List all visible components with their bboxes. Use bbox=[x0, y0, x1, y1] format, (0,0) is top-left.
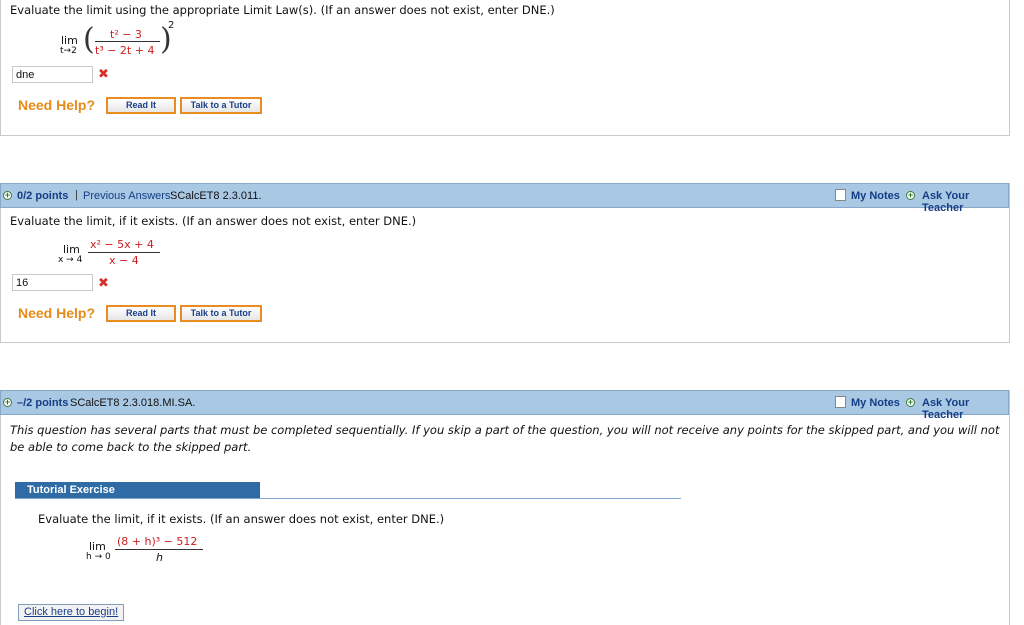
q2-denominator: x − 4 bbox=[109, 254, 139, 267]
q3-my-notes-link[interactable]: My Notes bbox=[851, 397, 900, 409]
q2-numerator-var: x² bbox=[90, 238, 101, 251]
q1-prompt: Evaluate the limit using the appropriate… bbox=[10, 3, 555, 17]
q2-question-code: SCalcET8 2.3.011. bbox=[170, 190, 262, 202]
tutorial-exercise-bar: Tutorial Exercise bbox=[15, 482, 260, 499]
q2-talk-to-tutor-button[interactable]: Talk to a Tutor bbox=[180, 305, 262, 322]
q2-answer-field[interactable]: 16 bbox=[12, 274, 93, 291]
expand-plus-icon[interactable]: + bbox=[3, 398, 12, 407]
notes-checkbox-icon[interactable] bbox=[835, 189, 846, 201]
q3-denominator: h bbox=[156, 551, 163, 564]
q1-lim-subscript: t→2 bbox=[60, 46, 77, 56]
q3-numerator: (8 + h)³ − 512 bbox=[117, 535, 197, 548]
wrong-answer-x-icon: ✖ bbox=[98, 67, 109, 82]
q2-ask-your-teacher-link[interactable]: Ask Your Teacher bbox=[922, 190, 1008, 214]
q2-need-help-label: Need Help? bbox=[18, 305, 96, 321]
wrong-answer-x-icon: ✖ bbox=[98, 276, 109, 291]
q2-numerator-rest: − 5x + 4 bbox=[100, 238, 154, 251]
q3-points: –/2 points bbox=[17, 397, 69, 409]
ask-teacher-plus-icon[interactable]: + bbox=[906, 398, 915, 407]
tutorial-divider bbox=[15, 498, 681, 499]
q2-previous-answers-link[interactable]: Previous Answers bbox=[83, 190, 170, 202]
question-3-header: + –/2 points SCalcET8 2.3.018.MI.SA. My … bbox=[0, 390, 1009, 421]
q2-separator: | bbox=[75, 189, 78, 201]
q3-prompt: Evaluate the limit, if it exists. (If an… bbox=[38, 512, 445, 526]
q3-fraction-bar bbox=[115, 549, 203, 550]
q2-prompt: Evaluate the limit, if it exists. (If an… bbox=[10, 214, 417, 228]
q3-numerator-base: (8 + h)³ − bbox=[117, 535, 177, 548]
q1-fraction-bar bbox=[95, 41, 160, 42]
click-here-to-begin-button[interactable]: Click here to begin! bbox=[18, 604, 125, 621]
q3-ask-your-teacher-link[interactable]: Ask Your Teacher bbox=[922, 397, 1008, 421]
ask-teacher-plus-icon[interactable]: + bbox=[906, 191, 915, 200]
q1-read-it-button[interactable]: Read It bbox=[106, 97, 176, 114]
q2-points: 0/2 points bbox=[17, 190, 69, 202]
q1-numerator: t² − 3 bbox=[110, 28, 142, 41]
q3-question-code: SCalcET8 2.3.018.MI.SA. bbox=[70, 397, 196, 409]
q1-answer-field[interactable]: dne bbox=[12, 66, 93, 83]
q2-numerator: x² − 5x + 4 bbox=[90, 238, 154, 251]
q2-fraction-bar bbox=[88, 252, 160, 253]
notes-checkbox-icon[interactable] bbox=[835, 396, 846, 408]
q3-numerator-const: 512 bbox=[176, 535, 198, 548]
q3-lim-subscript: h → 0 bbox=[86, 552, 111, 562]
q3-sequential-note: This question has several parts that mus… bbox=[10, 423, 1000, 454]
expand-plus-icon[interactable]: + bbox=[3, 191, 12, 200]
question-1-panel bbox=[0, 0, 1010, 136]
q1-exponent: 2 bbox=[168, 20, 175, 31]
q1-need-help-label: Need Help? bbox=[18, 97, 96, 113]
question-2-header: + 0/2 points | Previous Answers SCalcET8… bbox=[0, 183, 1009, 214]
q1-talk-to-tutor-button[interactable]: Talk to a Tutor bbox=[180, 97, 262, 114]
q2-read-it-button[interactable]: Read It bbox=[106, 305, 176, 322]
q2-my-notes-link[interactable]: My Notes bbox=[851, 190, 900, 202]
q1-denominator: t³ − 2t + 4 bbox=[95, 44, 155, 57]
q2-lim-subscript: x → 4 bbox=[58, 255, 83, 265]
q1-left-paren: ( bbox=[83, 22, 95, 57]
